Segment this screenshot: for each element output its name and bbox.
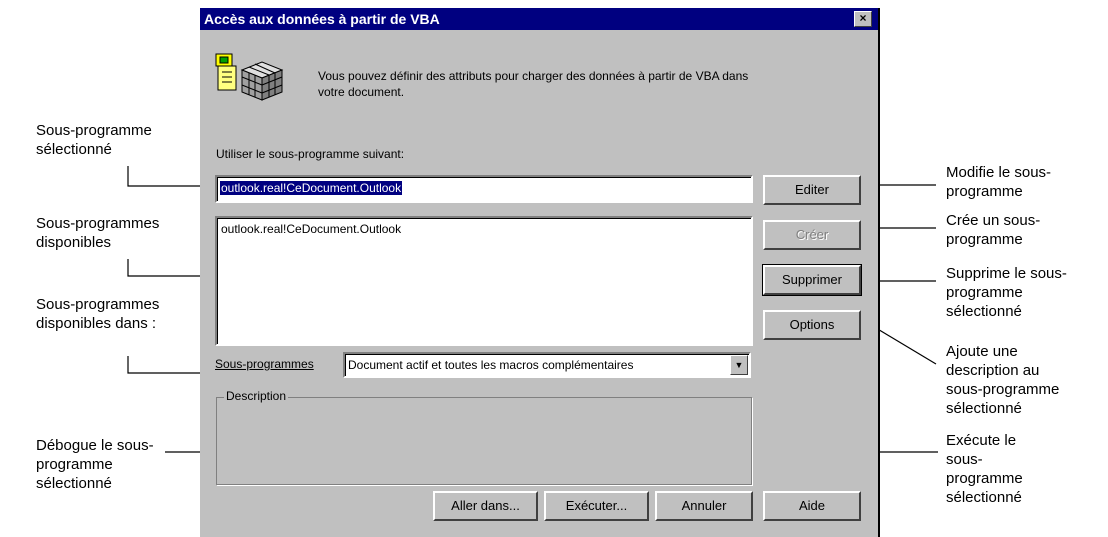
annotation-debug: Débogue le sous- programme sélectionné — [36, 437, 154, 492]
help-button[interactable]: Aide — [763, 491, 861, 521]
annotation-run: Exécute le sous- programme sélectionné — [946, 432, 1023, 506]
step-into-button[interactable]: Aller dans... — [433, 491, 538, 521]
macro-name-input[interactable]: outlook.real!CeDocument.Outlook — [215, 175, 753, 203]
macro-name-value: outlook.real!CeDocument.Outlook — [220, 181, 403, 195]
options-button[interactable]: Options — [763, 310, 861, 340]
vba-data-access-dialog: Accès aux données à partir de VBA × Vous… — [200, 8, 880, 537]
intro-text: Vous pouvez définir des attributs pour c… — [318, 69, 749, 99]
close-icon: × — [859, 11, 867, 25]
title-bar[interactable]: Accès aux données à partir de VBA × — [200, 8, 878, 30]
close-button[interactable]: × — [854, 11, 872, 27]
annotation-available: Sous-programmes disponibles — [36, 215, 160, 251]
scope-value: Document actif et toutes les macros comp… — [348, 358, 634, 372]
cancel-button[interactable]: Annuler — [655, 491, 753, 521]
list-item[interactable]: outlook.real!CeDocument.Outlook — [221, 221, 401, 237]
annotation-available-in: Sous-programmes disponibles dans : — [36, 296, 160, 332]
annotation-create: Crée un sous- programme — [946, 212, 1041, 248]
scope-dropdown[interactable]: Document actif et toutes les macros comp… — [343, 352, 751, 378]
description-label: Description — [224, 389, 289, 403]
use-label: Utiliser le sous-programme suivant: — [216, 147, 405, 161]
annotation-delete: Supprime le sous- programme sélectionné — [946, 265, 1067, 320]
dialog-title: Accès aux données à partir de VBA — [204, 11, 440, 27]
run-button[interactable]: Exécuter... — [544, 491, 649, 521]
macro-list[interactable]: outlook.real!CeDocument.Outlook — [215, 216, 753, 346]
annotation-options: Ajoute une description au sous-programme… — [946, 343, 1060, 417]
chevron-down-icon[interactable]: ▼ — [730, 355, 748, 375]
create-button[interactable]: Créer — [763, 220, 861, 250]
annotation-modify: Modifie le sous- programme — [946, 164, 1052, 200]
edit-button[interactable]: Editer — [763, 175, 861, 205]
annotation-selected: Sous-programme sélectionné — [36, 122, 152, 158]
delete-button[interactable]: Supprimer — [762, 264, 862, 296]
vba-cube-icon — [215, 53, 284, 101]
scope-label: Sous-programmes — [215, 357, 314, 371]
description-group — [216, 397, 752, 485]
